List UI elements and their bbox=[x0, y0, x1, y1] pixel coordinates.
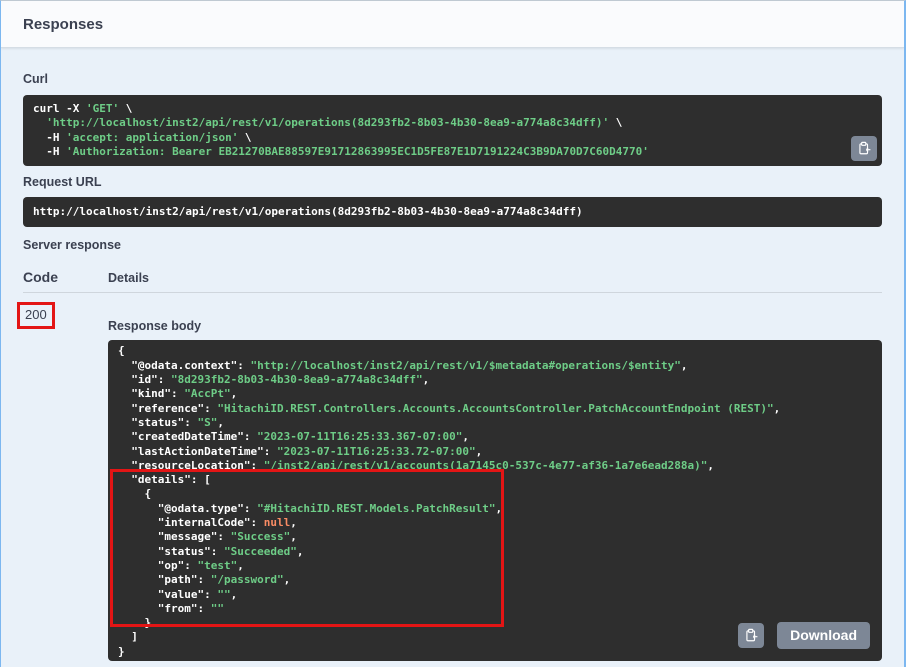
responses-body: Curl curl -X 'GET' \ 'http://localhost/i… bbox=[1, 72, 904, 667]
response-body-wrap: { "@odata.context": "http://localhost/in… bbox=[108, 340, 882, 661]
download-button[interactable]: Download bbox=[777, 622, 870, 649]
server-response-label: Server response bbox=[23, 238, 882, 252]
clipboard-copy-icon bbox=[857, 141, 871, 156]
copy-curl-button[interactable] bbox=[851, 136, 877, 161]
code-column-header: Code bbox=[23, 269, 108, 285]
curl-command-code: curl -X 'GET' \ 'http://localhost/inst2/… bbox=[33, 102, 872, 159]
response-body-code: { "@odata.context": "http://localhost/in… bbox=[118, 344, 872, 659]
status-code: 200 bbox=[25, 307, 47, 322]
response-body-block[interactable]: { "@odata.context": "http://localhost/in… bbox=[108, 340, 882, 661]
response-body-label: Response body bbox=[108, 319, 882, 333]
clipboard-copy-icon bbox=[744, 628, 758, 643]
curl-command-block[interactable]: curl -X 'GET' \ 'http://localhost/inst2/… bbox=[23, 95, 882, 166]
responses-section: Responses Curl curl -X 'GET' \ 'http://l… bbox=[0, 0, 906, 667]
responses-header: Responses bbox=[1, 1, 904, 48]
response-table-header: Code Details bbox=[23, 269, 882, 293]
details-cell: Response body { "@odata.context": "http:… bbox=[108, 293, 882, 661]
request-url-label: Request URL bbox=[23, 175, 882, 189]
request-url-block: http://localhost/inst2/api/rest/v1/opera… bbox=[23, 197, 882, 227]
status-code-cell: 200 bbox=[23, 293, 108, 329]
status-code-annotation-box: 200 bbox=[17, 302, 55, 329]
response-row: 200 Response body { "@odata.context": "h… bbox=[23, 293, 882, 661]
copy-response-button[interactable] bbox=[738, 623, 764, 648]
response-actions: Download bbox=[738, 622, 870, 649]
curl-label: Curl bbox=[23, 72, 882, 86]
request-url-value: http://localhost/inst2/api/rest/v1/opera… bbox=[33, 205, 583, 218]
responses-title: Responses bbox=[23, 16, 103, 33]
details-column-header: Details bbox=[108, 271, 882, 285]
